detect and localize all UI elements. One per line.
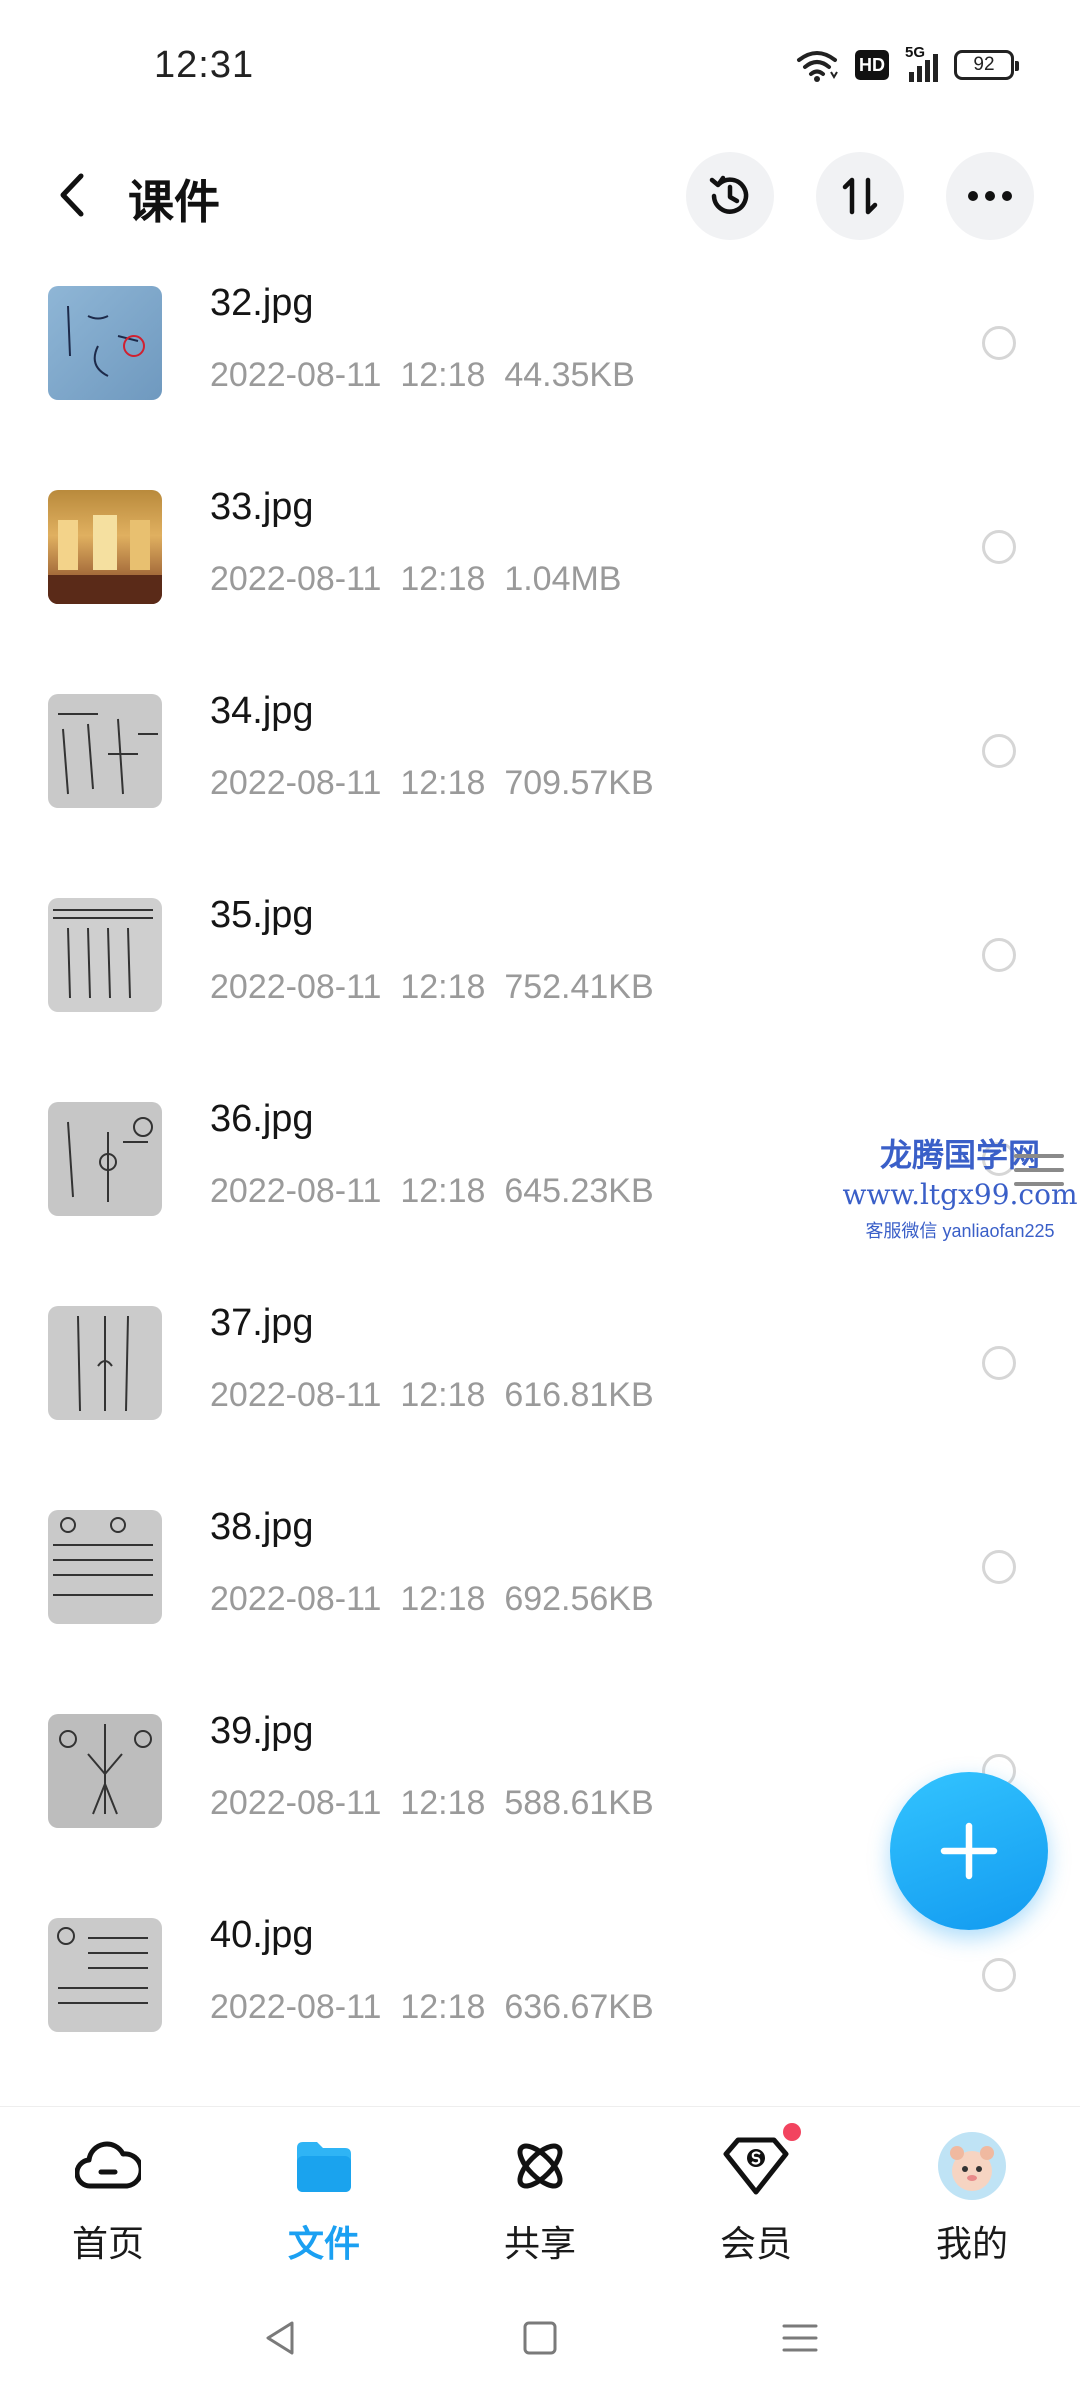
nav-item-files[interactable]: 文件 [244, 2131, 404, 2281]
watermark-contact: 客服微信 yanliaofan225 [865, 1221, 1055, 1241]
select-checkbox[interactable] [982, 1958, 1016, 1992]
status-icons: HD 5G 92 [795, 44, 1019, 82]
file-name: 40.jpg [210, 1914, 314, 1956]
vip-diamond-icon [721, 2123, 801, 2201]
history-button[interactable] [686, 152, 774, 240]
file-meta: 2022-08-11 12:18 692.56KB [210, 1580, 654, 1618]
nav-label: 共享 [503, 2223, 576, 2264]
file-thumbnail [48, 1102, 162, 1216]
file-row[interactable]: 40.jpg 2022-08-11 12:18 636.67KB [0, 1902, 1080, 2106]
nav-label: 首页 [71, 2223, 144, 2264]
nav-label: 会员 [719, 2223, 792, 2264]
file-meta: 2022-08-11 12:18 645.23KB [210, 1172, 654, 1210]
file-meta: 2022-08-11 12:18 636.67KB [210, 1988, 654, 2026]
file-thumbnail [48, 1306, 162, 1420]
file-name: 34.jpg [210, 690, 314, 732]
file-thumbnail [48, 1918, 162, 2032]
system-nav-bar [0, 2286, 1080, 2400]
file-row[interactable]: 37.jpg 2022-08-11 12:18 616.81KB [0, 1290, 1080, 1494]
wifi-icon [797, 51, 838, 82]
file-meta: 2022-08-11 12:18 709.57KB [210, 764, 654, 802]
file-name: 38.jpg [210, 1506, 314, 1548]
file-name: 39.jpg [210, 1710, 314, 1752]
back-button[interactable] [44, 160, 100, 230]
more-icon [968, 191, 1012, 201]
add-button[interactable] [890, 1772, 1048, 1930]
file-meta: 2022-08-11 12:18 1.04MB [210, 560, 622, 598]
header: 课件 [0, 130, 1080, 264]
select-checkbox[interactable] [982, 734, 1016, 768]
file-row[interactable]: 32.jpg 2022-08-11 12:18 44.35KB [0, 270, 1080, 474]
status-time: 12:31 [154, 44, 255, 86]
folder-icon [289, 2131, 359, 2201]
file-row[interactable]: 34.jpg 2022-08-11 12:18 709.57KB [0, 678, 1080, 882]
file-name: 32.jpg [210, 282, 314, 324]
system-home-button[interactable] [510, 2308, 570, 2368]
history-icon [709, 175, 749, 214]
select-checkbox[interactable] [982, 1346, 1016, 1380]
nav-label: 文件 [287, 2223, 360, 2264]
select-checkbox[interactable] [982, 938, 1016, 972]
select-checkbox[interactable] [982, 326, 1016, 360]
battery-level: 92 [973, 54, 995, 75]
file-thumbnail [48, 286, 162, 400]
file-meta: 2022-08-11 12:18 588.61KB [210, 1784, 654, 1822]
more-button[interactable] [946, 152, 1034, 240]
sort-button[interactable] [816, 152, 904, 240]
select-checkbox[interactable] [982, 1550, 1016, 1584]
network-type-label: 5G [905, 44, 926, 61]
signal-5g-icon: 5G [905, 44, 938, 82]
side-drawer-handle[interactable] [1014, 1154, 1064, 1186]
cloud-icon [73, 2131, 143, 2201]
file-thumbnail [48, 694, 162, 808]
atom-icon [505, 2131, 575, 2201]
chevron-left-icon [60, 173, 84, 217]
file-thumbnail [48, 1714, 162, 1828]
select-checkbox[interactable] [982, 530, 1016, 564]
plus-icon [940, 1822, 998, 1880]
file-meta: 2022-08-11 12:18 752.41KB [210, 968, 654, 1006]
file-row[interactable]: 35.jpg 2022-08-11 12:18 752.41KB [0, 882, 1080, 1086]
nav-item-vip[interactable]: 会员 [676, 2123, 836, 2281]
system-menu-button[interactable] [770, 2308, 830, 2368]
file-name: 36.jpg [210, 1098, 314, 1140]
file-thumbnail [48, 1510, 162, 1624]
nav-item-home[interactable]: 首页 [28, 2131, 188, 2281]
page-title: 课件 [128, 176, 220, 228]
file-meta: 2022-08-11 12:18 616.81KB [210, 1376, 654, 1414]
file-meta: 2022-08-11 12:18 44.35KB [210, 356, 635, 394]
system-back-button[interactable] [250, 2308, 310, 2368]
nav-label: 我的 [935, 2223, 1008, 2264]
notification-badge [783, 2123, 801, 2141]
battery-indicator: 92 [954, 50, 1019, 80]
menu-lines-icon [782, 2324, 818, 2352]
avatar [937, 2131, 1007, 2201]
bottom-nav: 首页 文件 共享 会员 我的 [0, 2106, 1080, 2286]
nav-item-share[interactable]: 共享 [460, 2131, 620, 2281]
triangle-back-icon [266, 2321, 294, 2355]
nav-item-me[interactable]: 我的 [892, 2131, 1052, 2281]
file-row[interactable]: 33.jpg 2022-08-11 12:18 1.04MB [0, 474, 1080, 678]
file-thumbnail [48, 490, 162, 604]
file-name: 37.jpg [210, 1302, 314, 1344]
status-bar: 12:31 HD 5G 92 [0, 0, 1080, 130]
file-thumbnail [48, 898, 162, 1012]
hd-badge: HD [855, 50, 889, 80]
file-name: 33.jpg [210, 486, 314, 528]
watermark: 龙腾国学网 www.ltgx99.com 客服微信 yanliaofan225 [840, 1130, 1080, 1243]
file-name: 35.jpg [210, 894, 314, 936]
sort-icon [842, 177, 878, 215]
file-row[interactable]: 38.jpg 2022-08-11 12:18 692.56KB [0, 1494, 1080, 1698]
square-home-icon [523, 2321, 557, 2355]
